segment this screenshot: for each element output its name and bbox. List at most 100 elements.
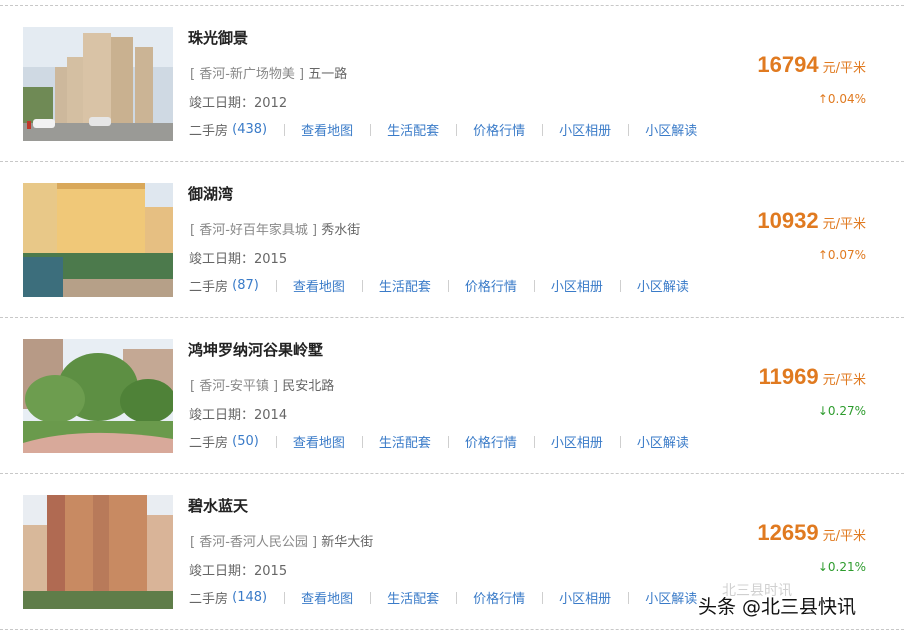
secondhand-label: 二手房 (189, 436, 229, 451)
district-bracket-close: ] (268, 379, 283, 394)
photo-album-link[interactable]: 小区相册 (559, 120, 611, 139)
price-value: 12659 (757, 520, 819, 545)
road-label: 民安北路 (282, 379, 335, 394)
road-label: 五一路 (308, 67, 348, 82)
amenities-link[interactable]: 生活配套 (379, 432, 431, 451)
price-unit: 元/平米 (822, 217, 866, 232)
price-trend-link[interactable]: 价格行情 (465, 276, 517, 295)
secondhand-label: 二手房 (189, 124, 229, 139)
district-road: [ 香河-香河人民公园 ] 新华大街 (190, 531, 373, 550)
link-divider (542, 123, 544, 136)
secondhand-count-link[interactable]: (50) (232, 434, 259, 449)
district-road: [ 香河-新广场物美 ] 五一路 (190, 63, 347, 82)
link-divider (619, 279, 621, 292)
secondhand-count-link[interactable]: (438) (232, 122, 267, 137)
community-name[interactable]: 鸿坤罗纳河谷果岭墅 (188, 339, 323, 360)
listing-item: 珠光御景 [ 香河-新广场物美 ] 五一路 竣工日期：2012 二手房 (438… (0, 5, 904, 162)
price-unit: 元/平米 (822, 529, 866, 544)
photo-album-link[interactable]: 小区相册 (551, 432, 603, 451)
community-review-link[interactable]: 小区解读 (645, 120, 697, 139)
amenities-link[interactable]: 生活配套 (387, 588, 439, 607)
community-review-link[interactable]: 小区解读 (645, 588, 697, 607)
unit-price: 12659 元/平米 (757, 520, 866, 546)
link-divider (447, 279, 449, 292)
price-value: 11969 (758, 364, 819, 389)
link-divider (447, 435, 449, 448)
link-divider (628, 123, 630, 136)
property-photo[interactable] (23, 495, 173, 609)
community-review-link[interactable]: 小区解读 (637, 432, 689, 451)
link-divider (456, 591, 458, 604)
listing-links: 二手房 (50) 查看地图 生活配套 价格行情 小区相册 小区解读 (189, 432, 689, 451)
district-label[interactable]: 香河-好百年家具城 (199, 223, 308, 238)
view-map-link[interactable]: 查看地图 (293, 276, 345, 295)
secondhand-count-link[interactable]: (148) (232, 590, 267, 605)
link-divider (533, 279, 535, 292)
listing-links: 二手房 (87) 查看地图 生活配套 价格行情 小区相册 小区解读 (189, 276, 689, 295)
view-map-link[interactable]: 查看地图 (293, 432, 345, 451)
community-name[interactable]: 御湖湾 (188, 183, 233, 204)
price-unit: 元/平米 (822, 61, 866, 76)
district-bracket-open: [ (190, 67, 200, 82)
link-divider (533, 435, 535, 448)
price-change: ↓0.21% (817, 560, 866, 574)
link-divider (542, 591, 544, 604)
district-label[interactable]: 香河-香河人民公园 (199, 535, 308, 550)
amenities-link[interactable]: 生活配套 (387, 120, 439, 139)
listing-item: 御湖湾 [ 香河-好百年家具城 ] 秀水街 竣工日期：2015 二手房 (87)… (0, 161, 904, 318)
unit-price: 11969 元/平米 (759, 364, 866, 390)
completion-date-value: 2015 (254, 252, 288, 267)
link-divider (361, 279, 363, 292)
completion-date-label: 竣工日期： (189, 96, 255, 111)
secondhand-label: 二手房 (189, 280, 229, 295)
community-name[interactable]: 珠光御景 (188, 27, 248, 48)
completion-date-value: 2012 (254, 96, 288, 111)
link-divider (275, 435, 277, 448)
view-map-link[interactable]: 查看地图 (301, 588, 353, 607)
property-photo[interactable] (23, 339, 173, 453)
price-trend-link[interactable]: 价格行情 (465, 432, 517, 451)
completion-date: 竣工日期：2012 (189, 92, 287, 111)
district-label[interactable]: 香河-安平镇 (199, 379, 269, 394)
price-unit: 元/平米 (822, 373, 866, 388)
photo-album-link[interactable]: 小区相册 (551, 276, 603, 295)
district-label[interactable]: 香河-新广场物美 (199, 67, 295, 82)
price-change: ↑0.04% (817, 92, 866, 106)
district-bracket-close: ] (307, 535, 322, 550)
photo-album-link[interactable]: 小区相册 (559, 588, 611, 607)
district-road: [ 香河-好百年家具城 ] 秀水街 (190, 219, 360, 238)
community-review-link[interactable]: 小区解读 (637, 276, 689, 295)
link-divider (284, 123, 286, 136)
completion-date: 竣工日期：2015 (189, 248, 287, 267)
price-value: 10932 (757, 208, 819, 233)
district-bracket-close: ] (307, 223, 322, 238)
link-divider (284, 591, 286, 604)
district-bracket-open: [ (190, 379, 200, 394)
link-divider (370, 123, 372, 136)
completion-date-label: 竣工日期： (189, 252, 255, 267)
property-photo[interactable] (23, 183, 173, 297)
completion-date: 竣工日期：2014 (189, 404, 287, 423)
road-label: 秀水街 (321, 223, 361, 238)
link-divider (619, 435, 621, 448)
community-name[interactable]: 碧水蓝天 (188, 495, 248, 516)
view-map-link[interactable]: 查看地图 (301, 120, 353, 139)
price-change: ↑0.07% (817, 248, 866, 262)
property-photo[interactable] (23, 27, 173, 141)
price-trend-link[interactable]: 价格行情 (473, 120, 525, 139)
link-divider (275, 279, 277, 292)
listing-item: 鸿坤罗纳河谷果岭墅 [ 香河-安平镇 ] 民安北路 竣工日期：2014 二手房 … (0, 317, 904, 474)
source-watermark: 头条 @北三县快讯 (698, 596, 857, 618)
amenities-link[interactable]: 生活配套 (379, 276, 431, 295)
completion-date: 竣工日期：2015 (189, 560, 287, 579)
unit-price: 10932 元/平米 (757, 208, 866, 234)
link-divider (370, 591, 372, 604)
link-divider (456, 123, 458, 136)
secondhand-count-link[interactable]: (87) (232, 278, 259, 293)
completion-date-label: 竣工日期： (189, 564, 255, 579)
completion-date-label: 竣工日期： (189, 408, 255, 423)
completion-date-value: 2014 (254, 408, 288, 423)
price-trend-link[interactable]: 价格行情 (473, 588, 525, 607)
district-bracket-open: [ (190, 535, 200, 550)
price-value: 16794 (757, 52, 819, 77)
